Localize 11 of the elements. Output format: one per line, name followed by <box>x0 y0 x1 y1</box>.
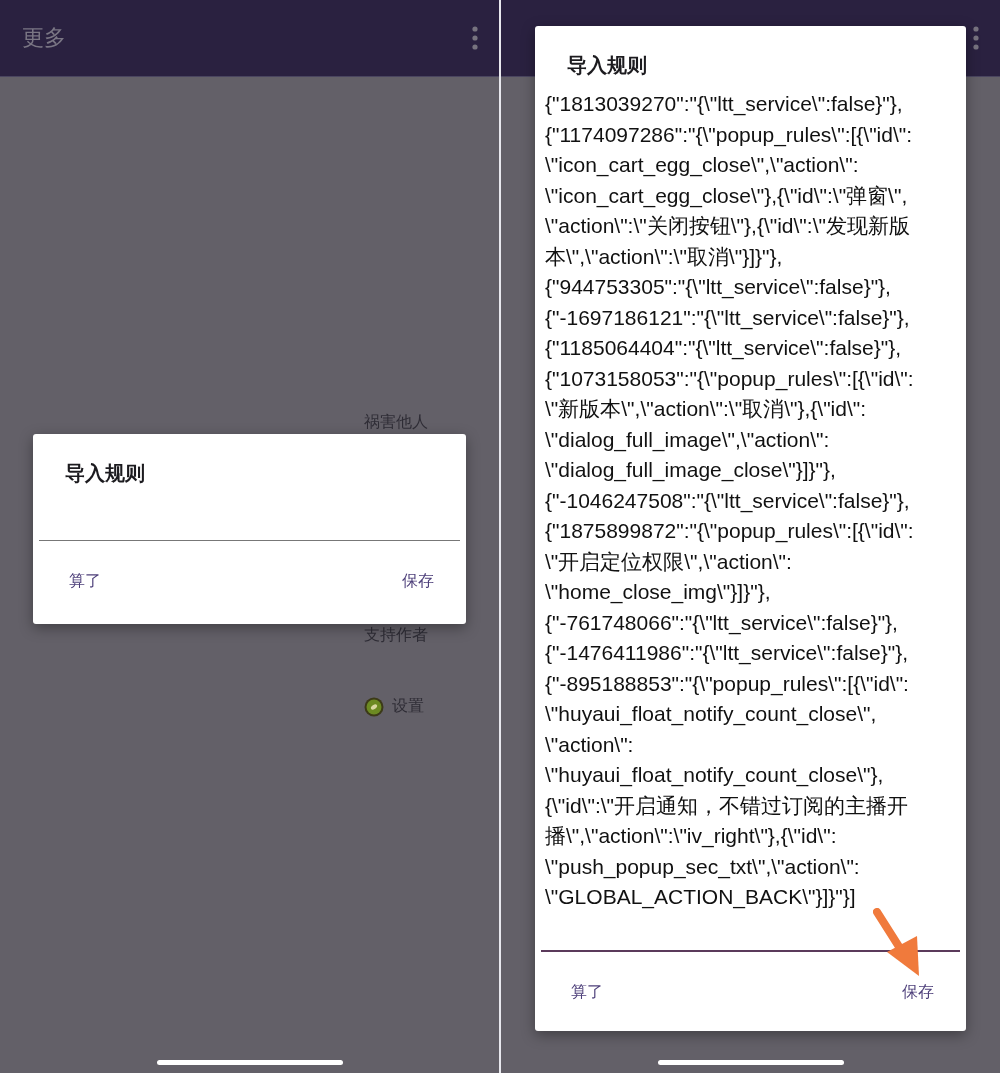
annotation-arrow <box>873 908 919 976</box>
dialog-title: 导入规则 <box>566 52 648 79</box>
app-bar-title: 更多 <box>22 24 66 52</box>
cancel-button[interactable]: 算了 <box>561 976 613 1009</box>
more-icon[interactable] <box>972 26 980 50</box>
dialog-title: 导入规则 <box>64 460 146 487</box>
save-button[interactable]: 保存 <box>392 565 444 598</box>
save-button[interactable]: 保存 <box>892 976 944 1009</box>
more-icon[interactable] <box>471 26 479 50</box>
kiwi-icon <box>364 696 384 717</box>
cancel-button[interactable]: 算了 <box>59 565 111 598</box>
